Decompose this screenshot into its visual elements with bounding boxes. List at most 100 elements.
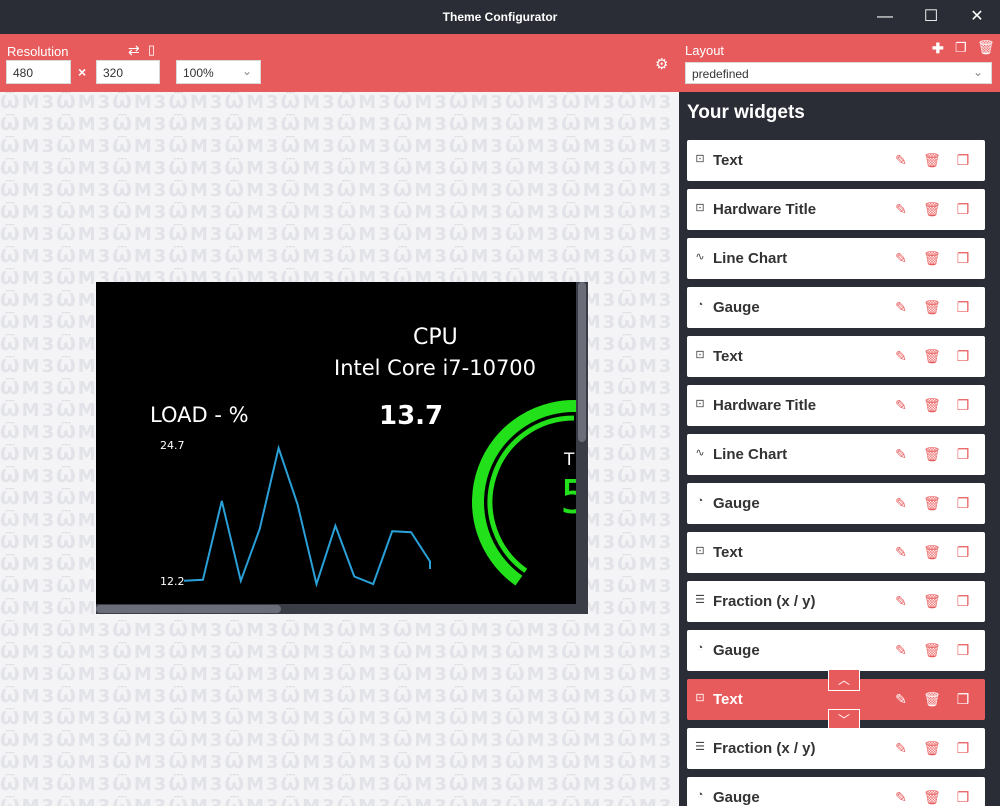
copy-layout-icon[interactable]: ❐ xyxy=(955,40,967,56)
edit-icon[interactable]: ✎ xyxy=(892,592,910,610)
edit-icon[interactable]: ✎ xyxy=(892,445,910,463)
widget-item[interactable]: ⊡ Hardware Title ✎ 🗑 ❐ xyxy=(687,189,985,230)
delete-icon[interactable]: 🗑 xyxy=(923,347,941,365)
layout-select[interactable]: predefined ⌄ xyxy=(685,62,992,84)
widget-item[interactable]: ⊡ Text ✎ 🗑 ❐ xyxy=(687,140,985,181)
rotate-icon[interactable]: ⇄ xyxy=(128,42,140,59)
widget-name: Text xyxy=(713,348,743,365)
widget-name: Line Chart xyxy=(713,250,788,267)
widget-item[interactable]: ◔ Gauge ✎ 🗑 ❐ xyxy=(687,483,985,524)
duplicate-icon[interactable]: ❐ xyxy=(954,543,972,561)
edit-icon[interactable]: ✎ xyxy=(892,347,910,365)
widget-item[interactable]: ☰ Fraction (x / y) ✎ 🗑 ❐ xyxy=(687,728,985,769)
edit-icon[interactable]: ✎ xyxy=(892,249,910,267)
widget-item[interactable]: ⊡ Text ✎ 🗑 ❐ ︿ ﹀ xyxy=(687,669,985,731)
zoom-select[interactable]: 100% ⌄ xyxy=(176,60,261,84)
panel-scrollbar[interactable] xyxy=(986,92,1000,806)
preview-screen[interactable]: CPU Intel Core i7-10700 LOAD - % 13.7 24… xyxy=(96,282,588,614)
edit-icon[interactable]: ✎ xyxy=(892,151,910,169)
panel-title: Your widgets xyxy=(687,102,805,123)
edit-icon[interactable]: ✎ xyxy=(892,200,910,218)
add-layout-icon[interactable]: ✚ xyxy=(932,40,944,57)
duplicate-icon[interactable]: ❐ xyxy=(954,592,972,610)
resolution-label: Resolution xyxy=(7,44,69,59)
zoom-value: 100% xyxy=(183,66,214,80)
widget-item[interactable]: ◔ Gauge ✎ 🗑 ❐ xyxy=(687,777,985,806)
duplicate-icon[interactable]: ❐ xyxy=(954,151,972,169)
preview-horizontal-scrollbar[interactable] xyxy=(96,604,588,614)
widget-item[interactable]: ∿ Line Chart ✎ 🗑 ❐ xyxy=(687,434,985,475)
widget-item[interactable]: ◔ Gauge ✎ 🗑 ❐ xyxy=(687,630,985,671)
database-icon: ☰ xyxy=(695,741,705,753)
chevron-down-icon: ⌄ xyxy=(972,65,983,79)
edit-icon[interactable]: ✎ xyxy=(892,641,910,659)
widget-item[interactable]: ∿ Line Chart ✎ 🗑 ❐ xyxy=(687,238,985,279)
edit-icon[interactable]: ✎ xyxy=(892,788,910,806)
delete-icon[interactable]: 🗑 xyxy=(923,788,941,806)
duplicate-icon[interactable]: ❐ xyxy=(954,249,972,267)
widget-name: Text xyxy=(713,152,743,169)
widget-item[interactable]: ⊡ Text ✎ 🗑 ❐ xyxy=(687,336,985,377)
move-up-button[interactable]: ︿ xyxy=(828,669,860,691)
delete-icon[interactable]: 🗑 xyxy=(923,249,941,267)
duplicate-icon[interactable]: ❐ xyxy=(954,347,972,365)
edit-icon[interactable]: ✎ xyxy=(892,298,910,316)
edit-icon[interactable]: ✎ xyxy=(892,494,910,512)
edit-icon[interactable]: ✎ xyxy=(892,690,910,708)
widget-name: Text xyxy=(713,544,743,561)
widget-name: Fraction (x / y) xyxy=(713,593,816,610)
height-input[interactable]: 320 xyxy=(96,60,160,84)
close-button[interactable]: ✕ xyxy=(966,6,988,28)
delete-icon[interactable]: 🗑 xyxy=(923,494,941,512)
duplicate-icon[interactable]: ❐ xyxy=(954,494,972,512)
load-series-line xyxy=(183,444,431,588)
widget-name: Hardware Title xyxy=(713,397,817,414)
duplicate-icon[interactable]: ❐ xyxy=(954,641,972,659)
vertical-scroll-thumb[interactable] xyxy=(578,282,586,442)
delete-icon[interactable]: 🗑 xyxy=(923,690,941,708)
widget-item[interactable]: ◔ Gauge ✎ 🗑 ❐ xyxy=(687,287,985,328)
delete-layout-icon[interactable]: 🗑 xyxy=(977,39,995,56)
delete-icon[interactable]: 🗑 xyxy=(923,200,941,218)
edit-icon[interactable]: ✎ xyxy=(892,543,910,561)
widget-item[interactable]: ⊡ Text ✎ 🗑 ❐ xyxy=(687,532,985,573)
duplicate-icon[interactable]: ❐ xyxy=(954,445,972,463)
delete-icon[interactable]: 🗑 xyxy=(923,298,941,316)
delete-icon[interactable]: 🗑 xyxy=(923,396,941,414)
settings-icon[interactable]: ⚙ xyxy=(655,55,668,73)
delete-icon[interactable]: 🗑 xyxy=(923,151,941,169)
text-icon: ⊡ xyxy=(695,398,705,410)
maximize-button[interactable]: ☐ xyxy=(920,6,942,28)
horizontal-scroll-thumb[interactable] xyxy=(96,605,281,613)
delete-icon[interactable]: 🗑 xyxy=(923,592,941,610)
duplicate-icon[interactable]: ❐ xyxy=(954,788,972,806)
edit-icon[interactable]: ✎ xyxy=(892,396,910,414)
window-title: Theme Configurator xyxy=(442,10,558,24)
chart-svg xyxy=(183,400,583,588)
device-icon[interactable]: ▯ xyxy=(148,42,155,58)
text-icon: ⊡ xyxy=(695,349,705,361)
text-icon: ⊡ xyxy=(695,692,705,704)
duplicate-icon[interactable]: ❐ xyxy=(954,739,972,757)
widget-list: ⊡ Text ✎ 🗑 ❐ ⊡ Hardware Title ✎ 🗑 ❐ ∿ Line Chart ✎ 🗑 ❐… xyxy=(687,140,985,806)
duplicate-icon[interactable]: ❐ xyxy=(954,690,972,708)
delete-icon[interactable]: 🗑 xyxy=(923,543,941,561)
edit-icon[interactable]: ✎ xyxy=(892,739,910,757)
minimize-button[interactable]: — xyxy=(874,6,896,28)
delete-icon[interactable]: 🗑 xyxy=(923,641,941,659)
widget-name: Text xyxy=(713,691,743,708)
width-input[interactable]: 480 xyxy=(6,60,71,84)
duplicate-icon[interactable]: ❐ xyxy=(954,396,972,414)
delete-icon[interactable]: 🗑 xyxy=(923,445,941,463)
preview-vertical-scrollbar[interactable] xyxy=(576,282,588,604)
line-chart-icon: ∿ xyxy=(695,251,705,263)
widget-name: Gauge xyxy=(713,642,760,659)
widget-name: Fraction (x / y) xyxy=(713,740,816,757)
times-sign: × xyxy=(78,64,87,80)
widget-item[interactable]: ☰ Fraction (x / y) ✎ 🗑 ❐ xyxy=(687,581,985,622)
delete-icon[interactable]: 🗑 xyxy=(923,739,941,757)
duplicate-icon[interactable]: ❐ xyxy=(954,200,972,218)
duplicate-icon[interactable]: ❐ xyxy=(954,298,972,316)
widget-item[interactable]: ⊡ Hardware Title ✎ 🗑 ❐ xyxy=(687,385,985,426)
text-icon: ⊡ xyxy=(695,202,705,214)
